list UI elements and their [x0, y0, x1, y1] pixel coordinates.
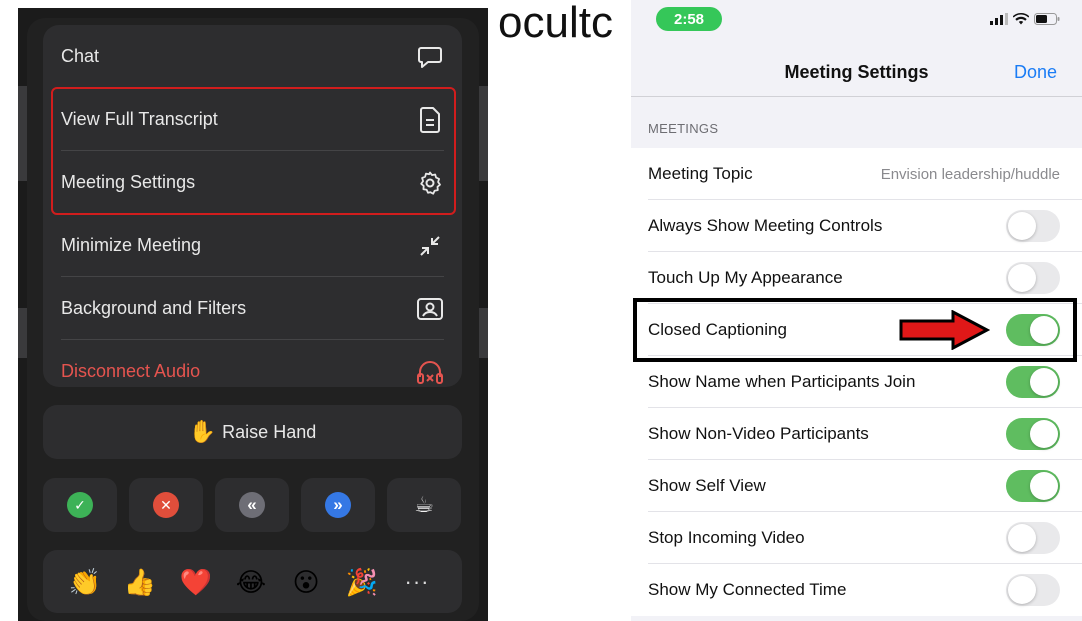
row-label: Always Show Meeting Controls	[648, 216, 883, 235]
row-label: Show Self View	[648, 476, 766, 495]
x-icon: ✕	[153, 492, 179, 518]
setting-row-show-connected-time: Show My Connected Time	[631, 564, 1082, 616]
show-connected-time-toggle[interactable]	[1006, 574, 1060, 606]
status-time: 2:58	[656, 7, 722, 31]
overlay-text: ocultc	[498, 0, 613, 47]
rewind-icon: «	[239, 492, 265, 518]
feedback-coffee-button[interactable]: ☕	[387, 478, 461, 532]
chat-bubble-icon	[416, 43, 444, 71]
status-icons	[990, 13, 1060, 25]
toggle-knob	[1030, 472, 1058, 500]
done-button[interactable]: Done	[1014, 62, 1057, 83]
coffee-icon: ☕	[414, 492, 434, 517]
laughing-emoji-button[interactable]: 😂	[235, 566, 267, 598]
checkmark-icon: ✓	[67, 492, 93, 518]
more-reactions-button[interactable]: ···	[401, 566, 433, 598]
setting-row-touch-up-appearance: Touch Up My Appearance	[631, 252, 1082, 304]
raise-hand-label: Raise Hand	[222, 421, 317, 442]
menu-item-label: Chat	[61, 46, 100, 66]
setting-row-show-non-video: Show Non-Video Participants	[631, 408, 1082, 460]
raise-hand-button[interactable]: ✋ Raise Hand	[43, 405, 462, 459]
menu-item-chat[interactable]: Chat	[43, 25, 462, 88]
menu-item-minimize-meeting[interactable]: Minimize Meeting	[43, 214, 462, 277]
toggle-knob	[1030, 420, 1058, 448]
menu-item-label: Background and Filters	[61, 298, 247, 318]
row-label: Stop Incoming Video	[648, 528, 805, 547]
headphones-x-icon	[416, 358, 444, 386]
row-label: Show My Connected Time	[648, 580, 847, 599]
always-show-controls-toggle[interactable]	[1006, 210, 1060, 242]
toggle-knob	[1008, 264, 1036, 292]
section-header: MEETINGS	[648, 121, 719, 136]
row-label: Meeting Topic	[648, 164, 753, 183]
menu-item-label: Minimize Meeting	[61, 235, 202, 255]
divider	[631, 96, 1082, 97]
feedback-faster-button[interactable]: »	[301, 478, 375, 532]
raised-hand-icon: ✋	[188, 419, 217, 444]
fast-forward-icon: »	[325, 492, 351, 518]
minimize-arrows-icon	[416, 232, 444, 260]
stop-incoming-video-toggle[interactable]	[1006, 522, 1060, 554]
setting-row-always-show-controls: Always Show Meeting Controls	[631, 200, 1082, 252]
closed-captioning-highlight-box	[633, 298, 1077, 362]
red-arrow-icon	[899, 310, 990, 350]
feedback-slower-button[interactable]: «	[215, 478, 289, 532]
show-name-on-join-toggle[interactable]	[1006, 366, 1060, 398]
reactions-bar: 👏 👍 ❤️ 😂 😮 🎉 ···	[43, 550, 462, 613]
touch-up-appearance-toggle[interactable]	[1006, 262, 1060, 294]
setting-row-show-name-on-join: Show Name when Participants Join	[631, 356, 1082, 408]
row-label: Show Non-Video Participants	[648, 424, 869, 443]
signal-icon	[990, 13, 1008, 25]
heart-emoji-button[interactable]: ❤️	[180, 566, 212, 598]
setting-row-stop-incoming-video: Stop Incoming Video	[631, 512, 1082, 564]
party-emoji-button[interactable]: 🎉	[346, 566, 378, 598]
person-frame-icon	[416, 295, 444, 323]
setting-row-show-self-view: Show Self View	[631, 460, 1082, 512]
show-non-video-toggle[interactable]	[1006, 418, 1060, 450]
meeting-topic-value: Envision leadership/huddle	[880, 165, 1060, 183]
meeting-topic-row[interactable]: Meeting Topic Envision leadership/huddle	[631, 148, 1082, 200]
row-label: Touch Up My Appearance	[648, 268, 843, 287]
clap-emoji-button[interactable]: 👏	[69, 566, 101, 598]
toggle-knob	[1030, 368, 1058, 396]
menu-item-label: Disconnect Audio	[61, 361, 201, 381]
battery-icon	[1034, 13, 1060, 25]
show-self-view-toggle[interactable]	[1006, 470, 1060, 502]
toggle-knob	[1008, 576, 1036, 604]
menu-item-disconnect-audio[interactable]: Disconnect Audio	[43, 340, 462, 387]
surprised-emoji-button[interactable]: 😮	[290, 566, 322, 598]
toggle-knob	[1008, 524, 1036, 552]
menu-item-background-and-filters[interactable]: Background and Filters	[43, 277, 462, 340]
thumbs-up-emoji-button[interactable]: 👍	[124, 566, 156, 598]
row-label: Show Name when Participants Join	[648, 372, 916, 391]
feedback-no-button[interactable]: ✕	[129, 478, 203, 532]
toggle-knob	[1008, 212, 1036, 240]
highlight-annotation	[51, 87, 456, 215]
feedback-yes-button[interactable]: ✓	[43, 478, 117, 532]
wifi-icon	[1013, 13, 1029, 25]
